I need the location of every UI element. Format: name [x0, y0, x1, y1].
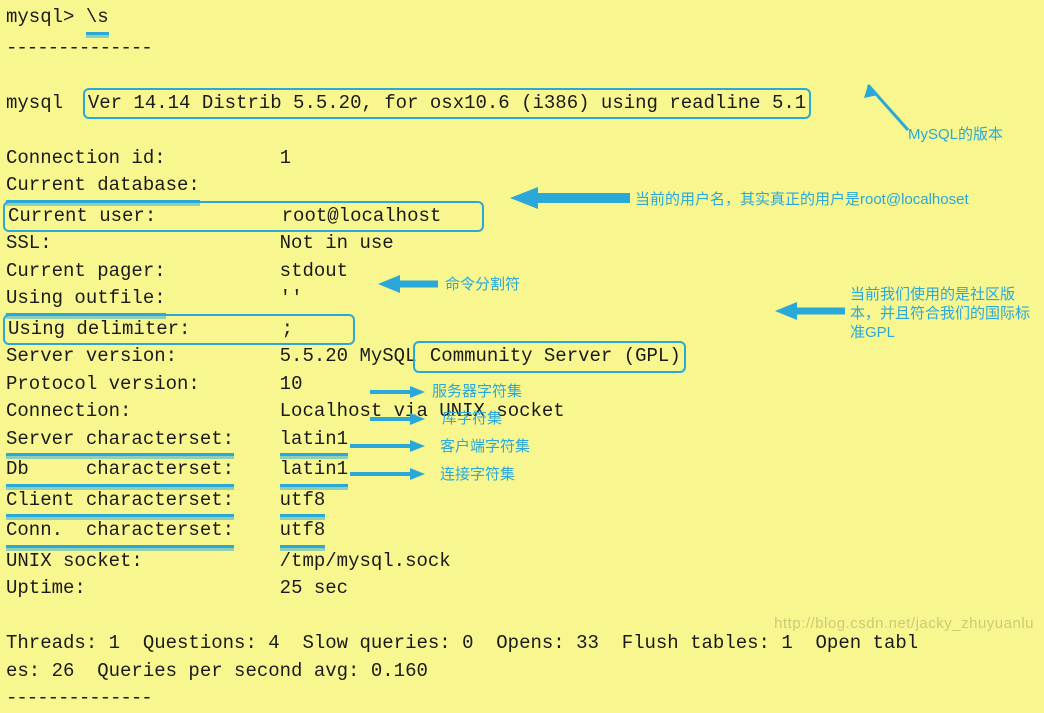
- anno-delimiter: 命令分割符: [445, 275, 520, 294]
- row-server-version: Server version: 5.5.20 MySQL Community S…: [6, 343, 1038, 371]
- label: Server characterset:: [6, 426, 234, 457]
- mysql-label: mysql: [6, 92, 86, 114]
- row-uptime: Uptime: 25 sec: [6, 575, 1038, 603]
- label: Protocol version:: [6, 373, 200, 395]
- label: Using delimiter:: [8, 318, 190, 340]
- arrow-client-charset: [350, 438, 425, 454]
- row-current-pager: Current pager: stdout: [6, 258, 1038, 286]
- anno-user: 当前的用户名，其实真正的用户是root@localhoset: [635, 190, 1035, 209]
- value: 10: [280, 373, 303, 395]
- watermark: http://blog.csdn.net/jacky_zhuyuanlu: [774, 610, 1034, 638]
- anno-conn-charset: 连接字符集: [440, 465, 515, 484]
- anno-client-charset: 客户端字符集: [440, 437, 530, 456]
- value: '': [280, 287, 303, 309]
- anno-db-charset: 库字符集: [442, 409, 502, 428]
- anno-server-charset: 服务器字符集: [432, 382, 522, 401]
- arrow-conn-charset: [350, 466, 425, 482]
- row-unix-socket: UNIX socket: /tmp/mysql.sock: [6, 548, 1038, 576]
- label: UNIX socket:: [6, 550, 143, 572]
- prompt-line: mysql> \s: [6, 4, 1038, 35]
- command-s: \s: [86, 4, 109, 35]
- row-ssl: SSL: Not in use: [6, 230, 1038, 258]
- value: /tmp/mysql.sock: [280, 550, 451, 572]
- value-a: 5.5.20 MySQL: [280, 345, 417, 367]
- row-connection-id: Connection id: 1: [6, 145, 1038, 173]
- value: ;: [282, 318, 293, 340]
- row-db-charset: Db characterset: latin1: [6, 456, 1038, 487]
- value: 1: [280, 147, 291, 169]
- label: Current user:: [8, 205, 156, 227]
- arrow-user: [510, 185, 630, 211]
- label: Conn. characterset:: [6, 517, 234, 548]
- value: 25 sec: [280, 577, 348, 599]
- row-client-charset: Client characterset: utf8: [6, 487, 1038, 518]
- footer-line-2: es: 26 Queries per second avg: 0.160: [6, 658, 1038, 686]
- arrow-community: [775, 300, 845, 322]
- label: Connection id:: [6, 147, 166, 169]
- value: Not in use: [280, 232, 394, 254]
- value: latin1: [280, 426, 348, 457]
- delimiter-box: Using delimiter: ;: [3, 314, 355, 346]
- arrow-delimiter: [378, 273, 438, 295]
- label: Server version:: [6, 345, 177, 367]
- value: utf8: [280, 517, 326, 548]
- label: Current database:: [6, 172, 200, 203]
- community-box: Community Server (GPL): [413, 341, 685, 373]
- label: Db characterset:: [6, 456, 234, 487]
- label: Current pager:: [6, 260, 166, 282]
- row-conn-charset: Conn. characterset: utf8: [6, 517, 1038, 548]
- divider-bottom: --------------: [6, 685, 1038, 713]
- value: utf8: [280, 487, 326, 518]
- value: root@localhost: [282, 205, 442, 227]
- label: Connection:: [6, 400, 131, 422]
- row-connection: Connection: Localhost via UNIX socket: [6, 398, 1038, 426]
- arrow-server-charset: [370, 384, 425, 400]
- label: Using outfile:: [6, 285, 166, 316]
- value: stdout: [280, 260, 348, 282]
- anno-community: 当前我们使用的是社区版本，并且符合我们的国际标准GPL: [850, 285, 1030, 342]
- label: SSL:: [6, 232, 52, 254]
- version-box: Ver 14.14 Distrib 5.5.20, for osx10.6 (i…: [83, 88, 811, 120]
- prompt-text: mysql>: [6, 6, 86, 28]
- current-user-box: Current user: root@localhost: [3, 201, 484, 233]
- label: Client characterset:: [6, 487, 234, 518]
- label: Uptime:: [6, 577, 86, 599]
- divider-top: --------------: [6, 35, 1038, 63]
- value: latin1: [280, 456, 348, 487]
- arrow-db-charset: [370, 411, 425, 427]
- anno-version: MySQL的版本: [908, 125, 1003, 144]
